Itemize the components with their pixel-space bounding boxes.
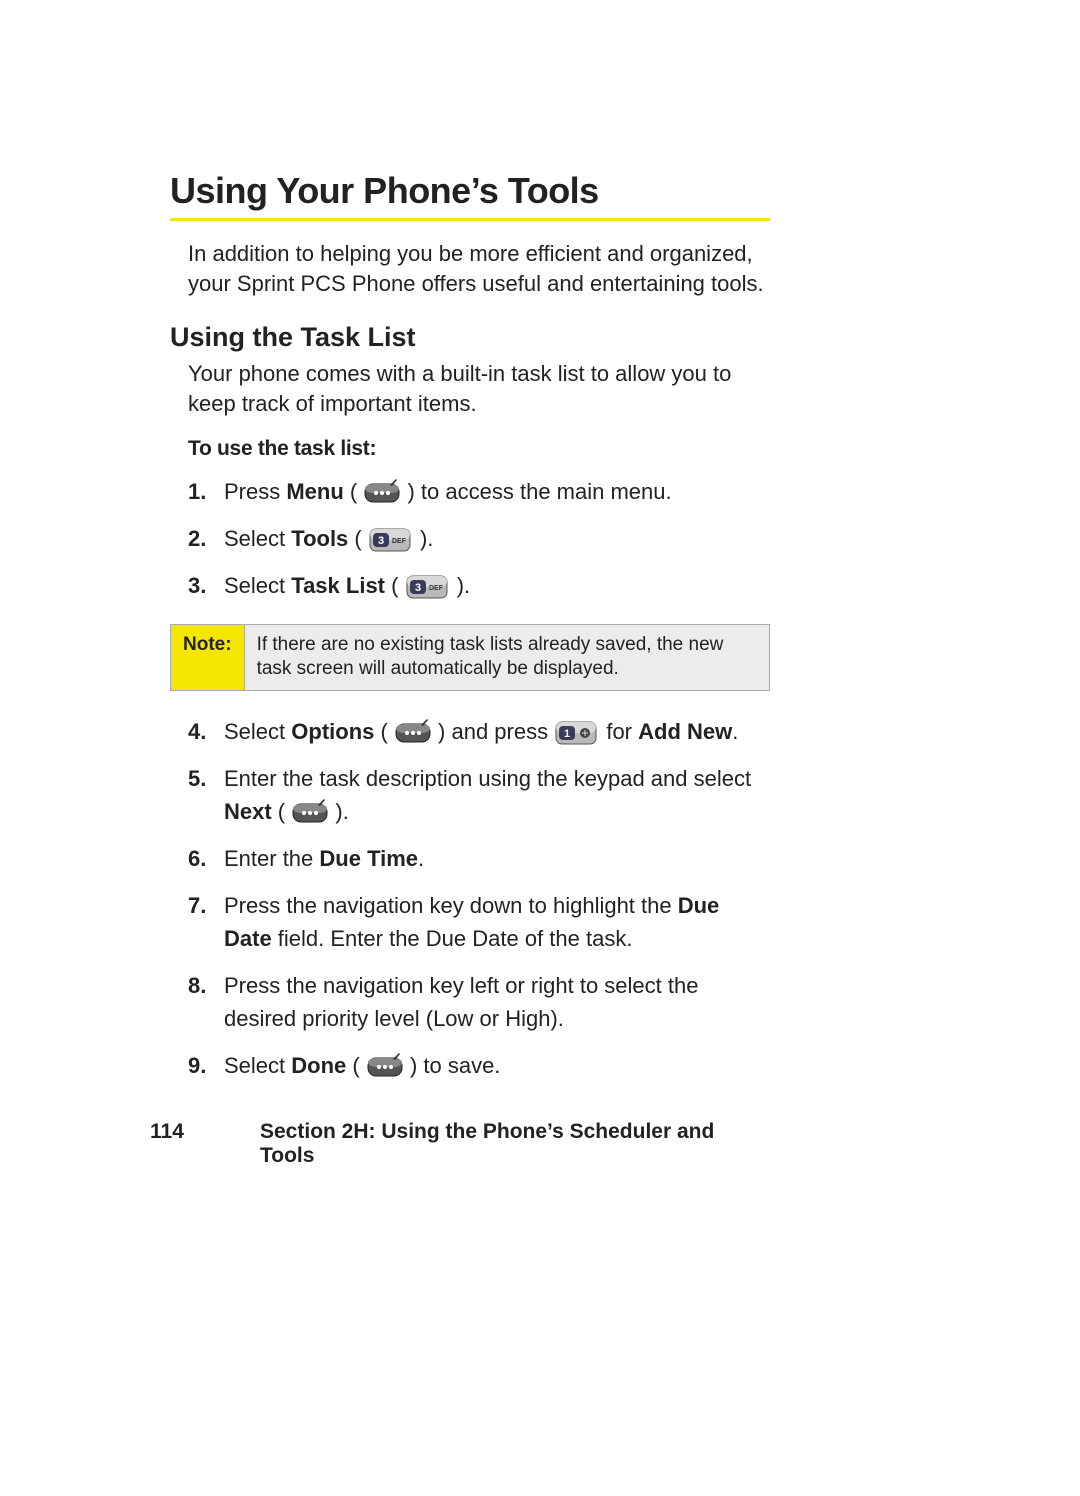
- step-bold: Due Time: [319, 846, 418, 871]
- step-text: Enter the task description using the key…: [224, 766, 751, 791]
- step-bold: Next: [224, 799, 272, 824]
- note-box: Note: If there are no existing task list…: [170, 624, 770, 691]
- step-text: ).: [414, 526, 434, 551]
- step-text: ).: [329, 799, 349, 824]
- step-text: ) and press: [432, 719, 554, 744]
- softkey-icon: [367, 1053, 403, 1079]
- procedure-title: To use the task list:: [188, 437, 770, 461]
- step-text: Select: [224, 526, 291, 551]
- step-bold: Done: [291, 1053, 346, 1078]
- title-rule: [170, 218, 770, 221]
- step-bold: Add New: [638, 719, 732, 744]
- step-bold: Tools: [291, 526, 348, 551]
- step-text: for: [600, 719, 638, 744]
- softkey-icon: [364, 479, 400, 505]
- footer-text: Section 2H: Using the Phone’s Scheduler …: [260, 1120, 770, 1168]
- step-2: Select Tools ( ).: [188, 522, 770, 555]
- key-3-icon: [406, 575, 450, 599]
- step-text: (: [344, 479, 364, 504]
- step-text: Press the navigation key left or right t…: [224, 973, 698, 1031]
- page-content: Using Your Phone’s Tools In addition to …: [170, 170, 770, 1104]
- step-text: ) to save.: [404, 1053, 501, 1078]
- step-4: Select Options ( ) and press for Add New…: [188, 715, 770, 748]
- steps-list-1: Press Menu ( ) to access the main menu. …: [188, 475, 770, 602]
- step-3: Select Task List ( ).: [188, 569, 770, 602]
- note-text: If there are no existing task lists alre…: [245, 625, 769, 690]
- step-text: (: [272, 799, 292, 824]
- note-label: Note:: [171, 625, 245, 690]
- step-text: .: [732, 719, 738, 744]
- section-intro: Your phone comes with a built-in task li…: [188, 359, 770, 418]
- step-text: ) to access the main menu.: [401, 479, 671, 504]
- step-text: (: [348, 526, 368, 551]
- page-footer: 114 Section 2H: Using the Phone’s Schedu…: [150, 1120, 770, 1168]
- step-7: Press the navigation key down to highlig…: [188, 889, 770, 955]
- page-number: 114: [150, 1120, 260, 1168]
- step-text: Select: [224, 573, 291, 598]
- steps-list-2: Select Options ( ) and press for Add New…: [188, 715, 770, 1082]
- step-9: Select Done ( ) to save.: [188, 1049, 770, 1082]
- step-text: .: [418, 846, 424, 871]
- key-3-icon: [369, 528, 413, 552]
- step-text: Press the navigation key down to highlig…: [224, 893, 678, 918]
- step-text: field. Enter the Due Date of the task.: [272, 926, 633, 951]
- step-text: (: [346, 1053, 366, 1078]
- section-heading: Using the Task List: [170, 322, 770, 353]
- step-text: Select: [224, 719, 291, 744]
- step-6: Enter the Due Time.: [188, 842, 770, 875]
- key-1-icon: [555, 721, 599, 745]
- step-text: Enter the: [224, 846, 319, 871]
- intro-paragraph: In addition to helping you be more effic…: [188, 239, 770, 298]
- step-5: Enter the task description using the key…: [188, 762, 770, 828]
- step-bold: Menu: [286, 479, 343, 504]
- step-text: (: [374, 719, 394, 744]
- step-1: Press Menu ( ) to access the main menu.: [188, 475, 770, 508]
- step-bold: Task List: [291, 573, 385, 598]
- step-bold: Options: [291, 719, 374, 744]
- step-text: Press: [224, 479, 286, 504]
- step-text: Select: [224, 1053, 291, 1078]
- page-title: Using Your Phone’s Tools: [170, 170, 770, 212]
- softkey-icon: [395, 719, 431, 745]
- step-8: Press the navigation key left or right t…: [188, 969, 770, 1035]
- step-text: (: [385, 573, 405, 598]
- step-text: ).: [451, 573, 471, 598]
- softkey-icon: [292, 799, 328, 825]
